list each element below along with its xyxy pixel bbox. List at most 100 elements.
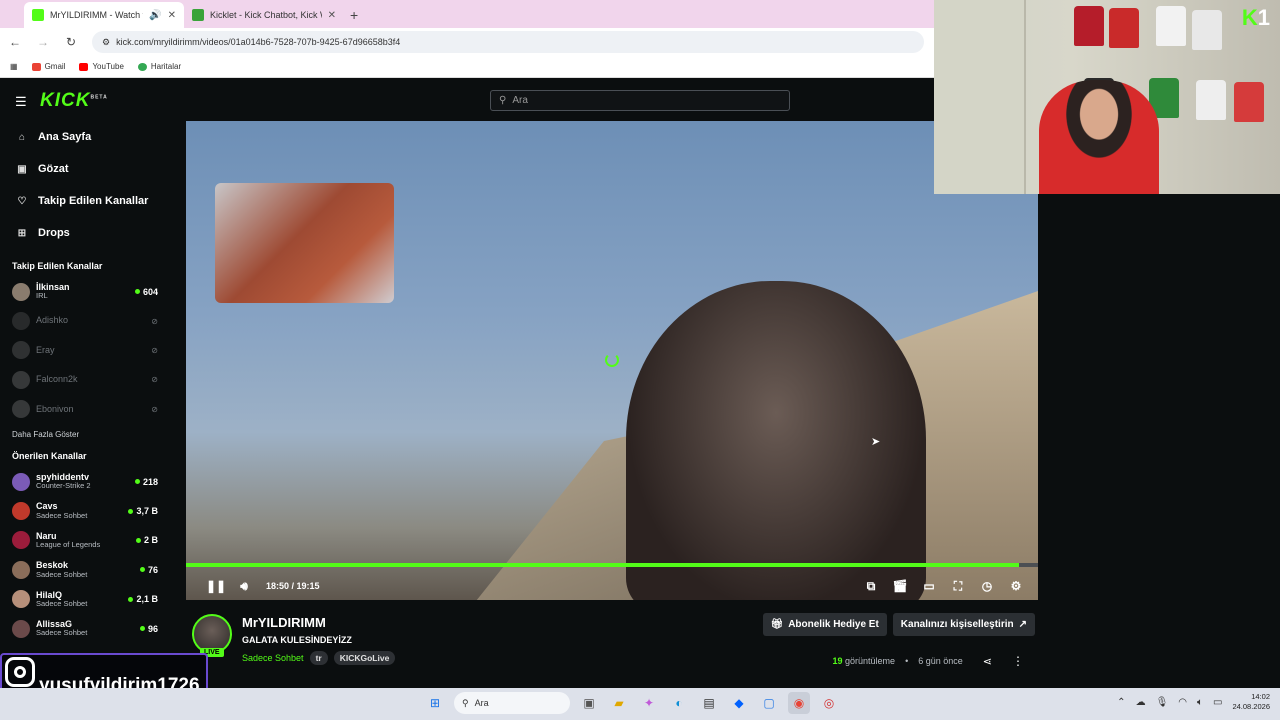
live-dot-icon	[139, 567, 145, 573]
viewer-count: 96	[139, 624, 158, 634]
button-label: Abonelik Hediye Et	[788, 619, 879, 630]
recording-app-icon[interactable]: ◎	[818, 692, 840, 714]
windows-start-icon[interactable]: ⊞	[424, 692, 446, 714]
recommended-channel[interactable]: AllissaG Sadece Sohbet 96	[0, 614, 172, 643]
followed-channel[interactable]: Adishko ⊘	[0, 306, 172, 335]
customize-channel-button[interactable]: Kanalınızı kişiselleştirin ↗	[892, 613, 1035, 636]
brand-number: 1	[1257, 5, 1270, 30]
edge-icon[interactable]: ◐	[668, 692, 690, 714]
bookmark-maps[interactable]: Haritalar	[137, 62, 181, 71]
youtube-icon	[79, 62, 89, 71]
viewer-count: 76	[139, 564, 158, 575]
channel-info-bar: LIVE MrYILDIRIMM GALATA KULESİNDEYİZZ Sa…	[186, 604, 1038, 688]
followed-channel[interactable]: Eray ⊘	[0, 336, 172, 365]
kick-logo[interactable]: KICKBETA	[40, 90, 108, 112]
kick-brand-badge: K1	[1242, 5, 1270, 31]
recommended-heading: Önerilen Kanallar	[12, 450, 87, 461]
clip-icon[interactable]: 🎬︎	[892, 579, 908, 594]
views-count: 19	[832, 656, 843, 666]
microphone-icon[interactable]: 🎙︎	[1156, 697, 1169, 708]
back-icon[interactable]: ←	[8, 35, 22, 49]
separator-dot: •	[905, 656, 909, 666]
settings-gear-icon[interactable]: ⚙	[1008, 579, 1024, 594]
stream-title: GALATA KULESİNDEYİZZ	[242, 635, 352, 645]
clock[interactable]: 14:02 24.08.2026	[1232, 692, 1270, 712]
copilot-icon[interactable]: ✦	[638, 692, 660, 714]
nav-home[interactable]: ⌂ Ana Sayfa	[0, 121, 172, 153]
channel-name[interactable]: MrYILDIRIMM	[242, 615, 326, 630]
chrome-icon[interactable]: ◉	[788, 692, 810, 714]
mini-player-icon[interactable]: ⧉	[863, 579, 879, 594]
browser-tab-active[interactable]: MrYILDIRIMM - Watch the 🔊 ✕	[24, 2, 184, 28]
tab-close-icon[interactable]: ✕	[328, 10, 336, 21]
stream-tags: Sadece Sohbet tr KICKGoLive	[242, 651, 396, 665]
app-icon[interactable]: ▢	[758, 692, 780, 714]
recommended-channel[interactable]: HilalQ Sadece Sohbet 2,1 B	[0, 585, 172, 614]
followed-channel[interactable]: Falconn2k ⊘	[0, 365, 172, 394]
browser-tab[interactable]: Kicklet - Kick Chatbot, Kick Wid ✕	[184, 2, 344, 28]
viewer-count-text: 218	[142, 476, 158, 487]
heart-icon: ♡	[17, 195, 27, 207]
apps-grid-icon[interactable]: ▦	[10, 62, 18, 71]
browser-tab-bar: MrYILDIRIMM - Watch the 🔊 ✕ Kicklet - Ki…	[0, 0, 934, 28]
volume-icon[interactable]: 🔈︎	[1197, 697, 1203, 708]
video-progress-bar[interactable]	[186, 563, 1038, 567]
cloud-icon[interactable]: ☁	[1136, 697, 1146, 708]
chevron-up-icon[interactable]: ⌃	[1117, 697, 1125, 708]
brand-letter: K	[1241, 5, 1258, 30]
video-player[interactable]: ❚❚ 🔊︎ 18:50 / 19:15 ⧉ 🎬︎ ▭ ⛶ ◷ ⚙	[186, 121, 1038, 600]
hamburger-menu-icon[interactable]: ☰	[15, 94, 27, 110]
channel-category: Counter-Strike 2	[36, 481, 91, 491]
share-icon[interactable]: ⋖	[983, 655, 992, 668]
new-tab-button[interactable]: +	[350, 7, 358, 23]
theater-mode-icon[interactable]: ▭	[921, 579, 937, 594]
file-explorer-icon[interactable]: ▰	[608, 692, 630, 714]
clock-time: 14:02	[1251, 692, 1270, 701]
nav-following[interactable]: ♡ Takip Edilen Kanallar	[0, 185, 172, 217]
url-field[interactable]: ⚙ kick.com/mryildirimm/videos/01a014b6-7…	[92, 31, 924, 53]
gift-subscription-button[interactable]: 🎁︎ Abonelik Hediye Et	[762, 613, 887, 636]
tab-close-icon[interactable]: ✕	[168, 10, 176, 21]
recommended-channel[interactable]: Beskok Sadece Sohbet 76	[0, 555, 172, 584]
tab-audio-icon[interactable]: 🔊	[149, 10, 161, 21]
language-tag[interactable]: tr	[309, 651, 328, 665]
taskbar-search-input[interactable]: ⚲ Ara	[454, 692, 570, 714]
playback-speed-icon[interactable]: ◷	[979, 579, 995, 594]
nav-drops[interactable]: ⊞ Drops	[0, 217, 172, 249]
viewer-count-text: 604	[142, 286, 158, 297]
dropbox-icon[interactable]: ◆	[728, 692, 750, 714]
volume-icon[interactable]: 🔊︎	[236, 579, 252, 594]
channel-name: Falconn2k	[36, 374, 78, 385]
recommended-channel[interactable]: Cavs Sadece Sohbet 3,7 B	[0, 496, 172, 525]
system-tray: ⌃ ☁ 🎙︎ ◠ 🔈︎ ▭ 14:02 24.08.2026	[1117, 692, 1270, 712]
kick-favicon-icon	[32, 9, 44, 21]
forward-icon[interactable]: →	[36, 35, 50, 49]
store-icon[interactable]: ▤	[698, 692, 720, 714]
fullscreen-icon[interactable]: ⛶	[950, 579, 966, 594]
viewer-count: 2,1 B	[128, 594, 158, 604]
battery-icon[interactable]: ▭	[1213, 697, 1222, 708]
webcam-streamer	[1039, 80, 1159, 194]
search-input[interactable]: ⚲ Ara	[490, 90, 790, 111]
task-view-icon[interactable]: ▣	[578, 692, 600, 714]
avatar	[12, 502, 30, 521]
more-options-icon[interactable]: ⋮	[1012, 654, 1024, 668]
wifi-icon[interactable]: ◠	[1178, 697, 1187, 708]
pause-icon[interactable]: ❚❚	[206, 579, 226, 593]
followed-channel[interactable]: İlkinsan IRL 604	[0, 277, 172, 306]
bookmark-youtube[interactable]: YouTube	[79, 62, 124, 71]
viewer-count-text: 76	[147, 564, 158, 575]
site-info-icon[interactable]: ⚙	[102, 37, 110, 48]
nav-label: Takip Edilen Kanallar	[38, 195, 149, 207]
bookmark-gmail[interactable]: Gmail	[31, 62, 65, 71]
nav-browse[interactable]: ▣ Gözat	[0, 153, 172, 185]
recommended-channel[interactable]: Naru League of Legends 2 B	[0, 526, 172, 555]
followed-channel[interactable]: Ebonivon ⊘	[0, 395, 172, 424]
offline-icon: ⊘	[151, 345, 158, 355]
show-more-link[interactable]: Daha Fazla Göster	[0, 430, 172, 439]
category-link[interactable]: Sadece Sohbet	[242, 653, 304, 663]
avatar	[12, 590, 30, 609]
custom-tag[interactable]: KICKGoLive	[333, 651, 396, 665]
recommended-channel[interactable]: spyhiddentv Counter-Strike 2 218	[0, 467, 172, 496]
reload-icon[interactable]: ↻	[64, 35, 78, 49]
